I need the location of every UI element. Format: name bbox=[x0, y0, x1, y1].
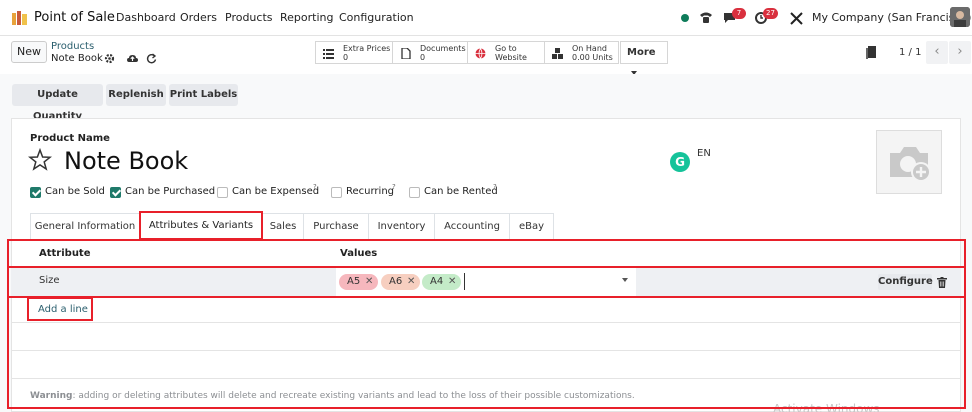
can-be-rented-label: Can be Rented bbox=[424, 186, 498, 197]
can-be-expensed-label: Can be Expensed bbox=[232, 186, 320, 197]
configure-button[interactable]: Configure bbox=[878, 274, 933, 290]
stat-value: 0 bbox=[343, 53, 349, 62]
tag-remove-icon[interactable]: ✕ bbox=[407, 274, 415, 290]
tag-remove-icon[interactable]: ✕ bbox=[365, 274, 373, 290]
warning-text: : adding or deleting attributes will del… bbox=[72, 391, 635, 401]
documents-button[interactable]: Documents 0 bbox=[392, 41, 468, 64]
menu-configuration[interactable]: Configuration bbox=[339, 11, 414, 24]
replenish-button[interactable]: Replenish bbox=[106, 84, 166, 106]
tab-accounting[interactable]: Accounting bbox=[434, 213, 510, 240]
attribute-cell[interactable]: Size bbox=[39, 275, 60, 286]
recurring-label: Recurring bbox=[346, 186, 394, 197]
favorite-star-icon[interactable] bbox=[28, 148, 52, 172]
pos-app-icon[interactable] bbox=[12, 11, 28, 25]
recurring-checkbox[interactable] bbox=[331, 187, 342, 198]
gear-icon[interactable] bbox=[104, 53, 115, 64]
product-name-field[interactable]: Note Book bbox=[64, 147, 188, 175]
help-tooltip-icon[interactable]: ? bbox=[392, 183, 396, 191]
menu-products[interactable]: Products bbox=[225, 11, 273, 24]
cubes-icon bbox=[552, 48, 563, 59]
discard-icon[interactable] bbox=[146, 53, 157, 64]
row-divider bbox=[11, 378, 961, 379]
menu-dashboard[interactable]: Dashboard bbox=[116, 11, 176, 24]
can-be-sold-checkbox[interactable] bbox=[30, 187, 41, 198]
warning-message: Warning: adding or deleting attributes w… bbox=[30, 391, 635, 401]
can-be-expensed-checkbox[interactable] bbox=[217, 187, 228, 198]
new-button[interactable]: New bbox=[11, 41, 47, 63]
stat-label: On Hand bbox=[572, 44, 607, 53]
value-tag-a5: A5 ✕ bbox=[339, 274, 378, 290]
pager-value[interactable]: 1 / 1 bbox=[899, 47, 921, 58]
phone-icon[interactable] bbox=[699, 11, 713, 24]
stat-value: Website bbox=[495, 53, 527, 62]
product-image[interactable] bbox=[876, 130, 942, 194]
stat-label: Documents bbox=[420, 44, 466, 53]
tag-label: A6 bbox=[389, 276, 403, 287]
app-title[interactable]: Point of Sale bbox=[34, 10, 115, 25]
can-be-purchased-checkbox[interactable] bbox=[110, 187, 121, 198]
extra-prices-button[interactable]: Extra Prices 0 bbox=[315, 41, 393, 64]
menu-orders[interactable]: Orders bbox=[180, 11, 217, 24]
value-tag-a6: A6 ✕ bbox=[381, 274, 420, 290]
value-tag-a4: A4 ✕ bbox=[422, 274, 461, 290]
column-header-values[interactable]: Values bbox=[340, 248, 377, 259]
tab-inventory[interactable]: Inventory bbox=[368, 213, 435, 240]
breadcrumb-current: Note Book bbox=[51, 53, 103, 64]
can-be-rented-checkbox[interactable] bbox=[409, 187, 420, 198]
company-switcher[interactable]: My Company (San Francisco) bbox=[812, 11, 971, 24]
more-button[interactable]: More bbox=[620, 41, 668, 75]
tab-purchase[interactable]: Purchase bbox=[303, 213, 369, 240]
print-labels-button[interactable]: Print Labels bbox=[169, 84, 238, 106]
list-icon bbox=[323, 49, 334, 59]
on-hand-button[interactable]: On Hand 0.00 Units bbox=[544, 41, 619, 64]
trash-icon[interactable] bbox=[937, 277, 947, 288]
tools-icon[interactable] bbox=[790, 12, 803, 25]
product-name-label: Product Name bbox=[30, 133, 110, 144]
user-avatar[interactable] bbox=[950, 7, 970, 27]
row-divider bbox=[11, 322, 961, 323]
stat-value: 0 bbox=[420, 53, 426, 62]
tab-attributes-variants[interactable]: Attributes & Variants bbox=[139, 211, 263, 240]
add-a-line-link[interactable]: Add a line bbox=[38, 304, 88, 315]
tag-label: A4 bbox=[430, 276, 444, 287]
stat-label: Go to bbox=[495, 44, 517, 53]
grammarly-icon[interactable]: G bbox=[670, 152, 690, 172]
camera-add-icon bbox=[890, 147, 931, 182]
file-icon bbox=[401, 48, 411, 59]
pager-next-button[interactable]: › bbox=[949, 41, 971, 64]
menu-reporting[interactable]: Reporting bbox=[280, 11, 333, 24]
warning-bold: Warning bbox=[30, 391, 73, 401]
help-tooltip-icon[interactable]: ? bbox=[313, 183, 317, 191]
top-navbar: Point of Sale Dashboard Orders Products … bbox=[0, 0, 972, 36]
tab-general-information[interactable]: General Information bbox=[30, 213, 140, 240]
tab-ebay[interactable]: eBay bbox=[509, 213, 554, 240]
text-cursor bbox=[464, 273, 465, 290]
tag-label: A5 bbox=[347, 276, 361, 287]
row-divider bbox=[11, 350, 961, 351]
go-to-website-button[interactable]: Go to Website bbox=[467, 41, 545, 64]
globe-icon bbox=[475, 48, 486, 59]
more-label: More bbox=[627, 47, 656, 58]
help-tooltip-icon[interactable]: ? bbox=[493, 183, 497, 191]
language-button[interactable]: EN bbox=[697, 148, 711, 159]
stat-value: 0.00 Units bbox=[572, 53, 613, 62]
tag-remove-icon[interactable]: ✕ bbox=[448, 274, 456, 290]
pager-previous-button[interactable]: ‹ bbox=[926, 41, 948, 64]
avatar-image-icon bbox=[950, 7, 970, 27]
update-quantity-button[interactable]: Update Quantity bbox=[12, 84, 103, 122]
values-input[interactable]: A5 ✕ A6 ✕ A4 ✕ bbox=[336, 268, 636, 296]
dropdown-arrow-icon[interactable] bbox=[622, 278, 628, 282]
status-dot-icon[interactable] bbox=[681, 14, 689, 22]
messages-badge: 7 bbox=[732, 8, 746, 19]
activities-badge: 27 bbox=[763, 8, 778, 19]
activate-windows-watermark: Activate Windows bbox=[773, 402, 880, 412]
can-be-purchased-label: Can be Purchased bbox=[125, 186, 216, 197]
breadcrumb-products[interactable]: Products bbox=[51, 41, 94, 52]
can-be-sold-label: Can be Sold bbox=[45, 186, 105, 197]
column-header-attribute[interactable]: Attribute bbox=[39, 248, 91, 259]
stat-label: Extra Prices bbox=[343, 44, 391, 53]
cloud-upload-icon[interactable] bbox=[127, 53, 138, 64]
bookmark-icon[interactable] bbox=[866, 46, 878, 59]
tab-sales[interactable]: Sales bbox=[262, 213, 304, 240]
